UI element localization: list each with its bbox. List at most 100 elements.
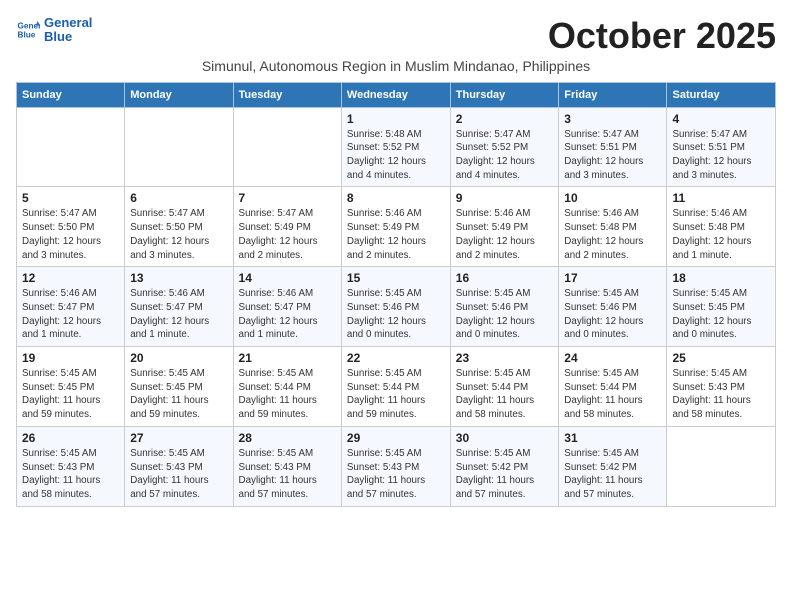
day-number: 14 xyxy=(239,271,336,285)
calendar-cell xyxy=(125,107,233,187)
day-info: Sunrise: 5:46 AM Sunset: 5:49 PM Dayligh… xyxy=(347,207,445,262)
calendar-cell: 24Sunrise: 5:45 AM Sunset: 5:44 PM Dayli… xyxy=(559,347,667,427)
logo: General Blue General Blue xyxy=(16,16,92,45)
calendar-cell: 18 Sunrise: 5:45 AM Sunset: 5:45 PM Dayli… xyxy=(667,267,776,347)
calendar-cell: 2 Sunrise: 5:47 AM Sunset: 5:52 PM Daylig… xyxy=(450,107,559,187)
calendar-cell: 13Sunrise: 5:46 AM Sunset: 5:47 PM Dayli… xyxy=(125,267,233,347)
day-number: 12 xyxy=(22,271,119,285)
day-info: Sunrise: 5:45 AM Sunset: 5:43 PM Dayligh… xyxy=(347,447,445,502)
logo-text: General Blue xyxy=(44,16,92,45)
calendar-cell: 30 Sunrise: 5:45 AM Sunset: 5:42 PM Dayli… xyxy=(450,426,559,506)
day-number: 30 xyxy=(456,431,554,445)
day-info: Sunrise: 5:45 AM Sunset: 5:42 PM Dayligh… xyxy=(456,447,554,502)
day-info: Sunrise: 5:47 AM Sunset: 5:52 PM Dayligh… xyxy=(456,128,554,183)
calendar-cell: 14 Sunrise: 5:46 AM Sunset: 5:47 PM Dayli… xyxy=(233,267,341,347)
day-number: 1 xyxy=(347,112,445,126)
day-number: 18 xyxy=(672,271,770,285)
svg-text:Blue: Blue xyxy=(18,31,36,40)
calendar-cell: 16Sunrise: 5:45 AM Sunset: 5:46 PM Dayli… xyxy=(450,267,559,347)
day-number: 19 xyxy=(22,351,119,365)
calendar-cell: 6Sunrise: 5:47 AM Sunset: 5:50 PM Daylig… xyxy=(125,187,233,267)
day-number: 9 xyxy=(456,191,554,205)
calendar-cell: 10 Sunrise: 5:46 AM Sunset: 5:48 PM Dayli… xyxy=(559,187,667,267)
day-number: 27 xyxy=(130,431,227,445)
day-number: 5 xyxy=(22,191,119,205)
day-info: Sunrise: 5:45 AM Sunset: 5:46 PM Dayligh… xyxy=(564,287,661,342)
calendar-cell: 1 Sunrise: 5:48 AM Sunset: 5:52 PM Daylig… xyxy=(341,107,450,187)
calendar-cell: 28 Sunrise: 5:45 AM Sunset: 5:43 PM Dayli… xyxy=(233,426,341,506)
day-info: Sunrise: 5:45 AM Sunset: 5:46 PM Dayligh… xyxy=(347,287,445,342)
day-info: Sunrise: 5:45 AM Sunset: 5:44 PM Dayligh… xyxy=(456,367,554,422)
day-info: Sunrise: 5:48 AM Sunset: 5:52 PM Dayligh… xyxy=(347,128,445,183)
day-info: Sunrise: 5:45 AM Sunset: 5:46 PM Dayligh… xyxy=(456,287,554,342)
calendar-cell: 3 Sunrise: 5:47 AM Sunset: 5:51 PM Daylig… xyxy=(559,107,667,187)
week-row-1: 1 Sunrise: 5:48 AM Sunset: 5:52 PM Daylig… xyxy=(17,107,776,187)
day-info: Sunrise: 5:45 AM Sunset: 5:43 PM Dayligh… xyxy=(22,447,119,502)
day-info: Sunrise: 5:46 AM Sunset: 5:48 PM Dayligh… xyxy=(564,207,661,262)
logo-line1: General xyxy=(44,15,92,30)
week-row-4: 19 Sunrise: 5:45 AM Sunset: 5:45 PM Dayli… xyxy=(17,347,776,427)
day-info: Sunrise: 5:45 AM Sunset: 5:43 PM Dayligh… xyxy=(130,447,227,502)
day-number: 2 xyxy=(456,112,554,126)
svg-text:General: General xyxy=(18,22,41,31)
day-info: Sunrise: 5:45 AM Sunset: 5:43 PM Dayligh… xyxy=(239,447,336,502)
day-info: Sunrise: 5:45 AM Sunset: 5:44 PM Dayligh… xyxy=(239,367,336,422)
day-number: 24 xyxy=(564,351,661,365)
calendar-cell: 26 Sunrise: 5:45 AM Sunset: 5:43 PM Dayli… xyxy=(17,426,125,506)
day-info: Sunrise: 5:45 AM Sunset: 5:44 PM Dayligh… xyxy=(347,367,445,422)
calendar-cell: 4 Sunrise: 5:47 AM Sunset: 5:51 PM Daylig… xyxy=(667,107,776,187)
col-header-monday: Monday xyxy=(125,82,233,107)
day-number: 25 xyxy=(672,351,770,365)
calendar-cell: 12 Sunrise: 5:46 AM Sunset: 5:47 PM Dayli… xyxy=(17,267,125,347)
day-info: Sunrise: 5:47 AM Sunset: 5:50 PM Dayligh… xyxy=(130,207,227,262)
week-row-5: 26 Sunrise: 5:45 AM Sunset: 5:43 PM Dayli… xyxy=(17,426,776,506)
day-number: 8 xyxy=(347,191,445,205)
logo-line2: Blue xyxy=(44,29,72,44)
day-info: Sunrise: 5:47 AM Sunset: 5:51 PM Dayligh… xyxy=(564,128,661,183)
calendar-cell: 7Sunrise: 5:47 AM Sunset: 5:49 PM Daylig… xyxy=(233,187,341,267)
calendar-cell: 15Sunrise: 5:45 AM Sunset: 5:46 PM Dayli… xyxy=(341,267,450,347)
week-row-2: 5 Sunrise: 5:47 AM Sunset: 5:50 PM Daylig… xyxy=(17,187,776,267)
day-number: 29 xyxy=(347,431,445,445)
calendar-cell xyxy=(233,107,341,187)
calendar-cell: 31 Sunrise: 5:45 AM Sunset: 5:42 PM Dayli… xyxy=(559,426,667,506)
day-info: Sunrise: 5:47 AM Sunset: 5:50 PM Dayligh… xyxy=(22,207,119,262)
day-number: 7 xyxy=(239,191,336,205)
day-info: Sunrise: 5:45 AM Sunset: 5:45 PM Dayligh… xyxy=(672,287,770,342)
calendar-cell: 25Sunrise: 5:45 AM Sunset: 5:43 PM Dayli… xyxy=(667,347,776,427)
col-header-tuesday: Tuesday xyxy=(233,82,341,107)
day-info: Sunrise: 5:46 AM Sunset: 5:47 PM Dayligh… xyxy=(22,287,119,342)
month-title: October 2025 xyxy=(548,16,776,56)
day-number: 26 xyxy=(22,431,119,445)
calendar-cell: 20Sunrise: 5:45 AM Sunset: 5:45 PM Dayli… xyxy=(125,347,233,427)
calendar-cell: 27 Sunrise: 5:45 AM Sunset: 5:43 PM Dayli… xyxy=(125,426,233,506)
col-header-saturday: Saturday xyxy=(667,82,776,107)
col-header-friday: Friday xyxy=(559,82,667,107)
day-info: Sunrise: 5:47 AM Sunset: 5:51 PM Dayligh… xyxy=(672,128,770,183)
col-header-wednesday: Wednesday xyxy=(341,82,450,107)
day-number: 28 xyxy=(239,431,336,445)
logo-icon: General Blue xyxy=(16,18,40,42)
calendar-cell: 8 Sunrise: 5:46 AM Sunset: 5:49 PM Daylig… xyxy=(341,187,450,267)
day-info: Sunrise: 5:46 AM Sunset: 5:47 PM Dayligh… xyxy=(239,287,336,342)
day-info: Sunrise: 5:45 AM Sunset: 5:42 PM Dayligh… xyxy=(564,447,661,502)
calendar-cell: 17Sunrise: 5:45 AM Sunset: 5:46 PM Dayli… xyxy=(559,267,667,347)
day-info: Sunrise: 5:46 AM Sunset: 5:47 PM Dayligh… xyxy=(130,287,227,342)
day-number: 4 xyxy=(672,112,770,126)
day-info: Sunrise: 5:46 AM Sunset: 5:48 PM Dayligh… xyxy=(672,207,770,262)
day-number: 10 xyxy=(564,191,661,205)
calendar-cell: 21 Sunrise: 5:45 AM Sunset: 5:44 PM Dayli… xyxy=(233,347,341,427)
day-info: Sunrise: 5:46 AM Sunset: 5:49 PM Dayligh… xyxy=(456,207,554,262)
calendar-cell: 23Sunrise: 5:45 AM Sunset: 5:44 PM Dayli… xyxy=(450,347,559,427)
day-number: 22 xyxy=(347,351,445,365)
day-info: Sunrise: 5:45 AM Sunset: 5:45 PM Dayligh… xyxy=(22,367,119,422)
day-number: 21 xyxy=(239,351,336,365)
calendar-table: SundayMondayTuesdayWednesdayThursdayFrid… xyxy=(16,82,776,507)
week-row-3: 12 Sunrise: 5:46 AM Sunset: 5:47 PM Dayli… xyxy=(17,267,776,347)
calendar-cell xyxy=(667,426,776,506)
subtitle: Simunul, Autonomous Region in Muslim Min… xyxy=(16,58,776,74)
day-number: 3 xyxy=(564,112,661,126)
calendar-cell: 19 Sunrise: 5:45 AM Sunset: 5:45 PM Dayli… xyxy=(17,347,125,427)
day-number: 31 xyxy=(564,431,661,445)
col-header-sunday: Sunday xyxy=(17,82,125,107)
